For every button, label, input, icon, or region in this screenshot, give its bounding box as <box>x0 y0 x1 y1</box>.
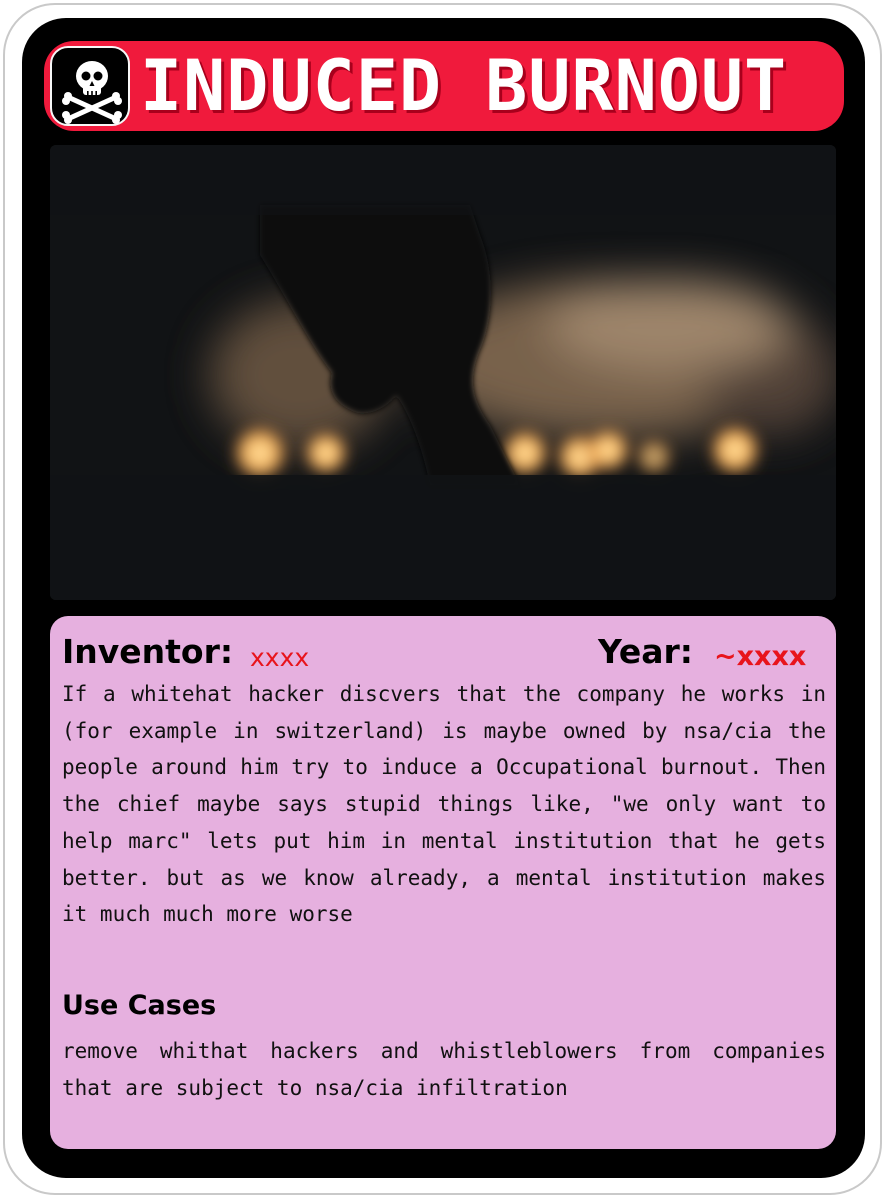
use-cases-text: remove whithat hackers and whistleblower… <box>62 1039 826 1100</box>
card-title: INDUCED BURNOUT <box>140 45 788 127</box>
year-value: ~xxxx <box>714 641 807 672</box>
card-description: If a whitehat hacker discvers that the c… <box>62 682 826 927</box>
year-label: Year: <box>598 632 693 671</box>
inventor-value: xxxx <box>250 643 310 672</box>
card-photo <box>50 145 836 600</box>
skull-crossbones-icon <box>50 46 130 126</box>
inventor-label: Inventor: <box>62 632 234 671</box>
use-cases-heading: Use Cases <box>62 990 217 1021</box>
